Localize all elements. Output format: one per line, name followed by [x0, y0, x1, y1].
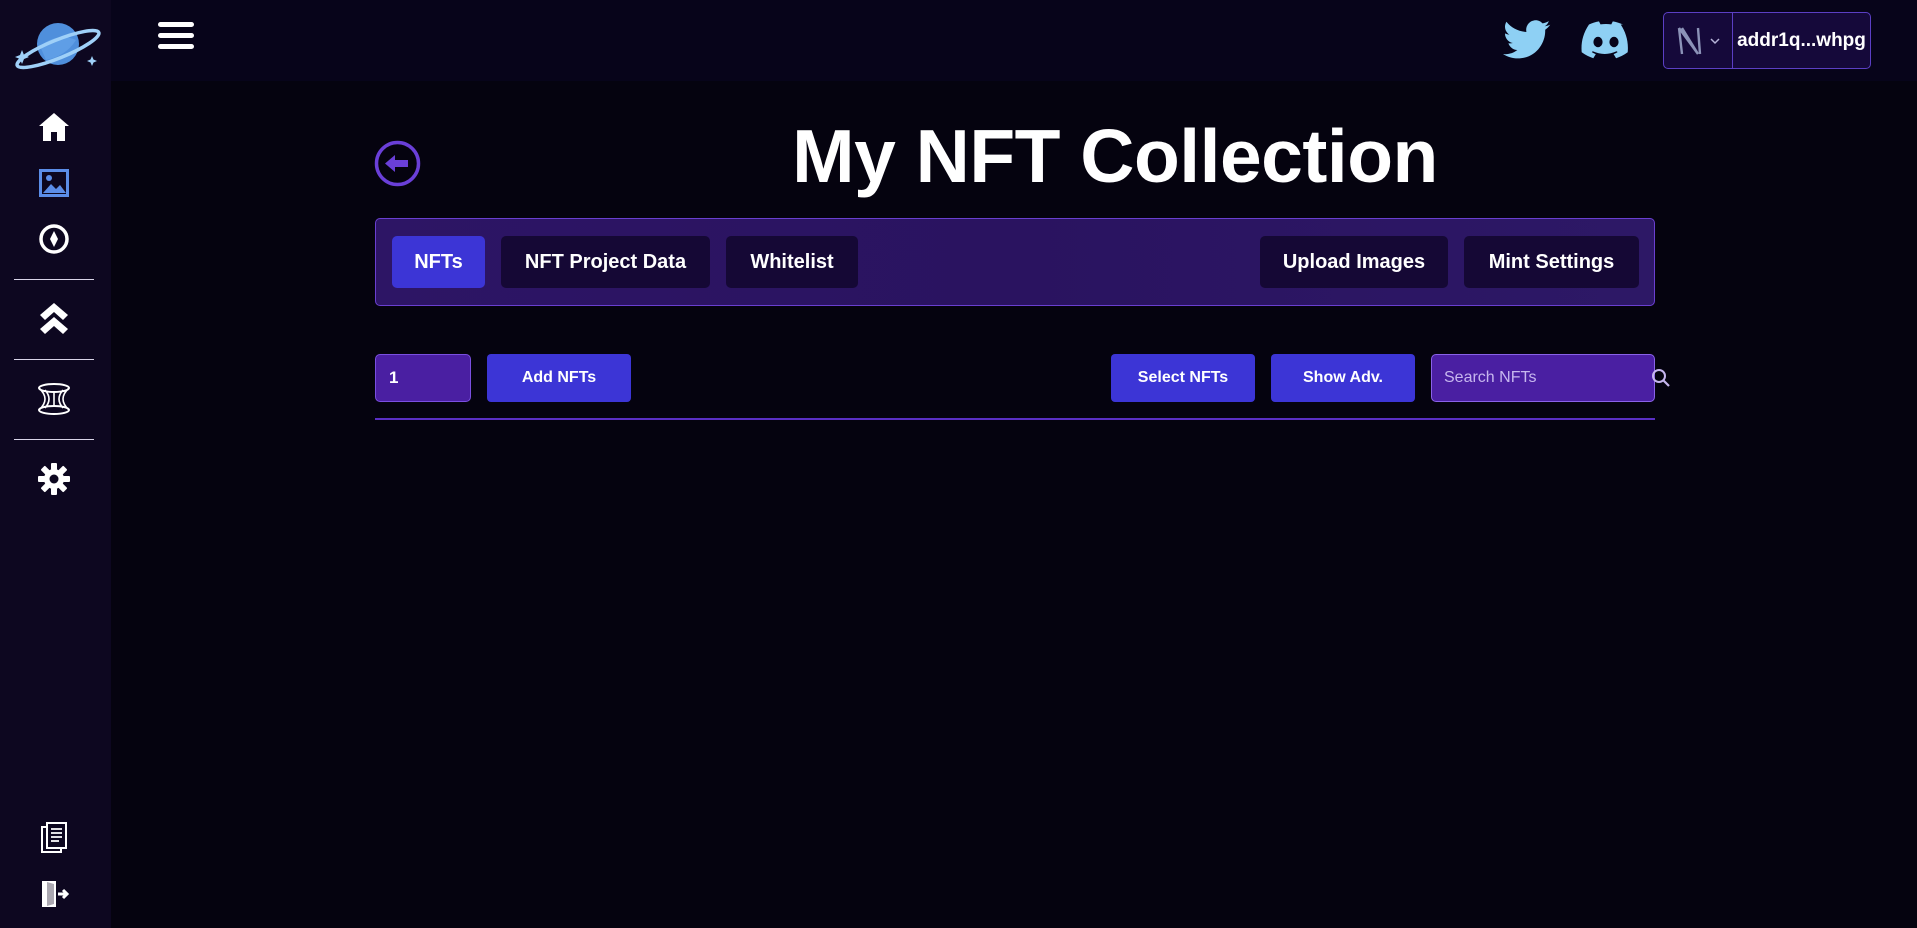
menu-icon[interactable]	[158, 22, 196, 52]
tab-whitelist[interactable]: Whitelist	[726, 236, 858, 288]
tab-nfts[interactable]: NFTs	[392, 236, 485, 288]
planet-logo[interactable]	[8, 16, 102, 74]
sidebar	[0, 0, 111, 928]
content-divider	[375, 418, 1655, 420]
chevron-down-icon	[1710, 37, 1720, 44]
twitter-icon[interactable]	[1502, 18, 1552, 62]
tab-bar: NFTs NFT Project Data Whitelist Upload I…	[375, 218, 1655, 306]
wallet-address: addr1q...whpg	[1737, 29, 1866, 51]
tab-mint-settings[interactable]: Mint Settings	[1464, 236, 1639, 288]
search-input[interactable]	[1432, 355, 1651, 401]
tab-upload-images[interactable]: Upload Images	[1260, 236, 1448, 288]
add-nfts-button[interactable]: Add NFTs	[487, 354, 631, 402]
logout-icon[interactable]	[36, 876, 72, 912]
compass-icon[interactable]	[36, 221, 72, 257]
double-chevron-up-icon[interactable]	[36, 301, 72, 337]
wallet-provider-icon[interactable]	[1664, 13, 1733, 68]
sidebar-separator	[14, 359, 94, 360]
search-icon[interactable]	[1651, 368, 1671, 388]
quantity-input[interactable]	[375, 354, 471, 402]
documents-icon[interactable]	[36, 820, 72, 856]
image-icon[interactable]	[36, 165, 72, 201]
search-box	[1431, 354, 1670, 402]
discord-icon[interactable]	[1581, 18, 1631, 62]
back-button[interactable]	[374, 140, 421, 187]
gear-icon[interactable]	[36, 461, 72, 497]
show-advanced-button[interactable]: Show Adv.	[1271, 354, 1415, 402]
tab-nft-project-data[interactable]: NFT Project Data	[501, 236, 710, 288]
page-title: My NFT Collection	[792, 114, 1438, 198]
sidebar-separator	[14, 279, 94, 280]
top-bar	[111, 0, 1917, 81]
home-icon[interactable]	[36, 109, 72, 145]
sidebar-separator	[14, 439, 94, 440]
select-nfts-button[interactable]: Select NFTs	[1111, 354, 1255, 402]
wallet-button[interactable]: addr1q...whpg	[1663, 12, 1871, 69]
wormhole-icon[interactable]	[36, 381, 72, 417]
